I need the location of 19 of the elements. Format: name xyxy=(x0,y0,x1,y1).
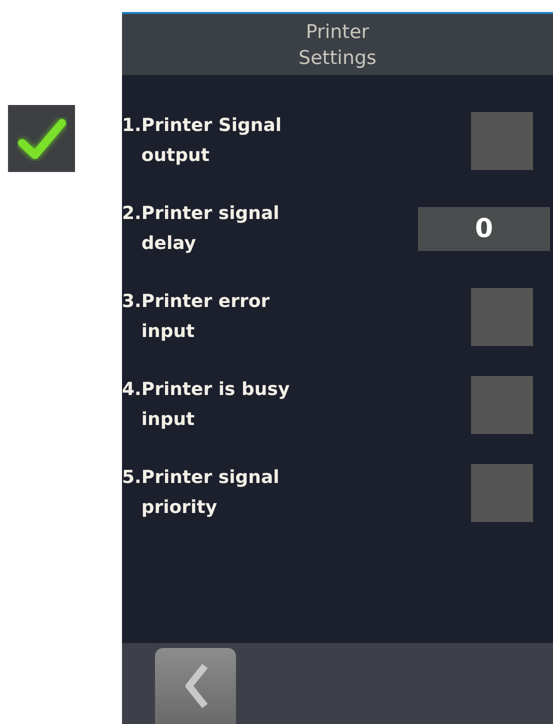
setting-label: Printer signal delay xyxy=(141,202,280,256)
setting-number: 1. xyxy=(122,114,142,138)
setting-label: Printer signal priority xyxy=(141,466,280,520)
setting-number: 2. xyxy=(122,202,142,226)
checkbox[interactable] xyxy=(471,376,533,434)
confirm-button[interactable] xyxy=(8,105,75,172)
setting-label: Printer is busy input xyxy=(141,378,291,432)
setting-number: 5. xyxy=(122,466,142,490)
checkbox[interactable] xyxy=(471,464,533,522)
window-title: Printer Settings xyxy=(298,20,376,70)
back-button[interactable] xyxy=(155,648,236,724)
checkbox[interactable] xyxy=(471,288,533,346)
setting-number: 3. xyxy=(122,290,142,314)
checkmark-icon xyxy=(16,116,66,160)
checkbox[interactable] xyxy=(471,112,533,170)
setting-label: Printer Signal output xyxy=(141,114,283,168)
setting-label: Printer error input xyxy=(141,290,271,344)
number-field[interactable]: 0 xyxy=(418,207,550,251)
setting-number: 4. xyxy=(122,378,142,402)
